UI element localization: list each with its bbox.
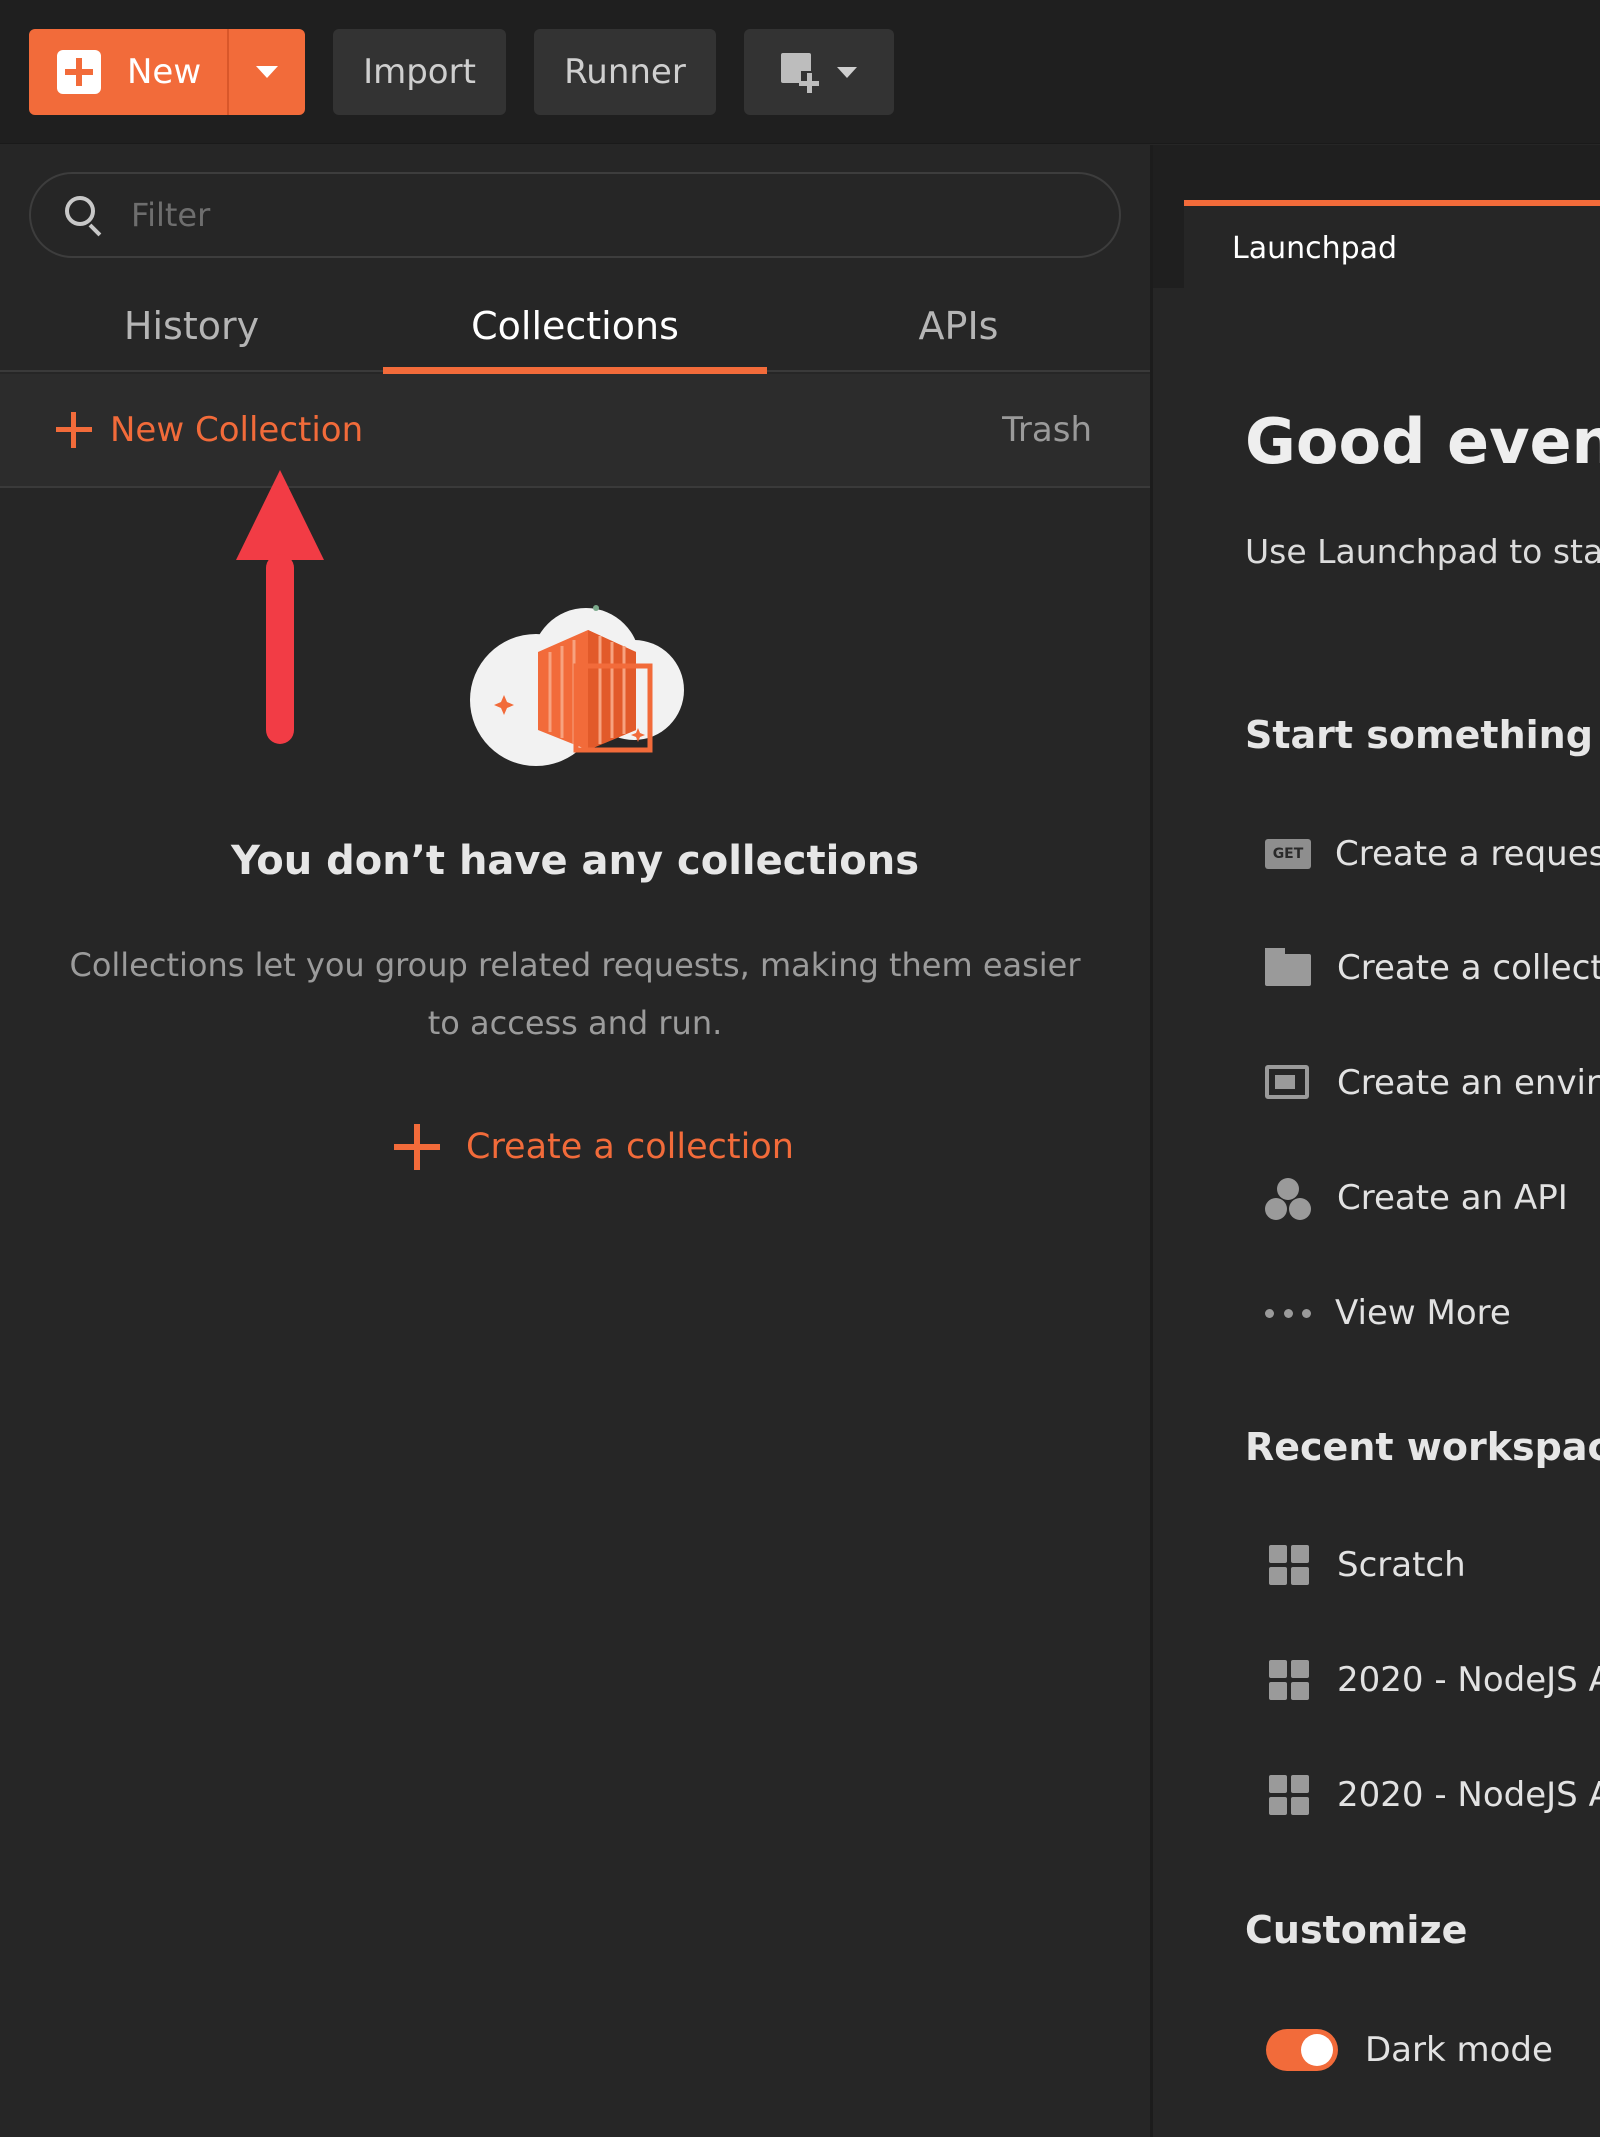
import-button-label: Import: [363, 52, 476, 92]
create-request-label: Create a request: [1335, 834, 1600, 874]
create-collection-item-label: Create a collectio: [1337, 948, 1600, 988]
empty-state-title: You don’t have any collections: [230, 838, 920, 884]
plus-icon: [56, 412, 92, 448]
recent-workspace-label: Scratch: [1337, 1545, 1466, 1585]
new-window-button[interactable]: [744, 29, 894, 115]
recent-workspace-item[interactable]: Scratch: [1265, 1545, 1466, 1585]
recent-workspace-item[interactable]: 2020 - NodeJS AP: [1265, 1660, 1600, 1700]
dark-mode-label: Dark mode: [1365, 2030, 1553, 2070]
more-dots-icon: [1265, 1293, 1311, 1333]
tab-apis[interactable]: APIs: [767, 280, 1150, 372]
collections-actions-bar: New Collection Trash: [0, 374, 1150, 488]
environment-icon: [1265, 1063, 1313, 1103]
create-collection-button[interactable]: Create a collection: [394, 1124, 794, 1170]
customize-heading: Customize: [1245, 1908, 1468, 1952]
sidebar-tabs: History Collections APIs: [0, 280, 1150, 374]
new-button-main[interactable]: New: [29, 29, 229, 115]
workspace-grid-icon: [1265, 1545, 1313, 1585]
recent-workspaces-heading: Recent workspace: [1245, 1425, 1600, 1469]
new-button[interactable]: New: [29, 29, 305, 115]
start-something-heading: Start something n: [1245, 713, 1600, 757]
empty-state-description: Collections let you group related reques…: [69, 946, 1081, 1042]
workspace-grid-icon: [1265, 1775, 1313, 1815]
create-environment-label: Create an enviro: [1337, 1063, 1600, 1103]
new-window-icon: [781, 53, 823, 93]
plus-icon: [57, 50, 101, 94]
folder-icon: [1265, 948, 1313, 988]
chevron-down-icon: [837, 66, 857, 78]
launchpad-subtitle: Use Launchpad to star: [1245, 532, 1600, 571]
filter-input[interactable]: [131, 196, 1119, 234]
view-more-label: View More: [1335, 1293, 1511, 1333]
runner-button-label: Runner: [564, 52, 686, 92]
new-collection-button[interactable]: New Collection: [56, 410, 363, 450]
api-icon: [1265, 1178, 1313, 1220]
new-button-label: New: [127, 52, 202, 92]
recent-workspace-item[interactable]: 2020 - NodeJS AP: [1265, 1775, 1600, 1815]
import-button[interactable]: Import: [333, 29, 506, 115]
get-request-icon: GET: [1265, 839, 1311, 869]
create-api-item[interactable]: Create an API: [1265, 1178, 1568, 1220]
toggle-knob: [1301, 2034, 1333, 2066]
launchpad-greeting: Good even: [1245, 405, 1600, 478]
new-collection-label: New Collection: [110, 410, 364, 450]
plus-icon: [394, 1124, 440, 1170]
recent-workspace-label: 2020 - NodeJS AP: [1337, 1775, 1600, 1815]
search-icon: [63, 194, 105, 237]
empty-collections-illustration: [470, 605, 684, 766]
tab-collections[interactable]: Collections: [383, 280, 767, 374]
annotation-arrow-icon: [236, 470, 324, 744]
new-dropdown-button[interactable]: [229, 66, 305, 78]
create-collection-label: Create a collection: [466, 1127, 794, 1167]
chevron-down-icon: [256, 66, 278, 78]
recent-workspace-label: 2020 - NodeJS AP: [1337, 1660, 1600, 1700]
create-api-label: Create an API: [1337, 1178, 1568, 1218]
runner-button[interactable]: Runner: [534, 29, 716, 115]
workspace-grid-icon: [1265, 1660, 1313, 1700]
tab-history[interactable]: History: [0, 280, 383, 372]
tab-launchpad[interactable]: Launchpad: [1184, 200, 1600, 291]
dark-mode-toggle[interactable]: [1266, 2029, 1338, 2071]
create-collection-item[interactable]: Create a collectio: [1265, 948, 1600, 988]
filter-field[interactable]: [29, 172, 1121, 258]
trash-link[interactable]: Trash: [1002, 410, 1092, 450]
view-more-item[interactable]: View More: [1265, 1293, 1511, 1333]
create-request-item[interactable]: GET Create a request: [1265, 834, 1600, 874]
create-environment-item[interactable]: Create an enviro: [1265, 1063, 1600, 1103]
